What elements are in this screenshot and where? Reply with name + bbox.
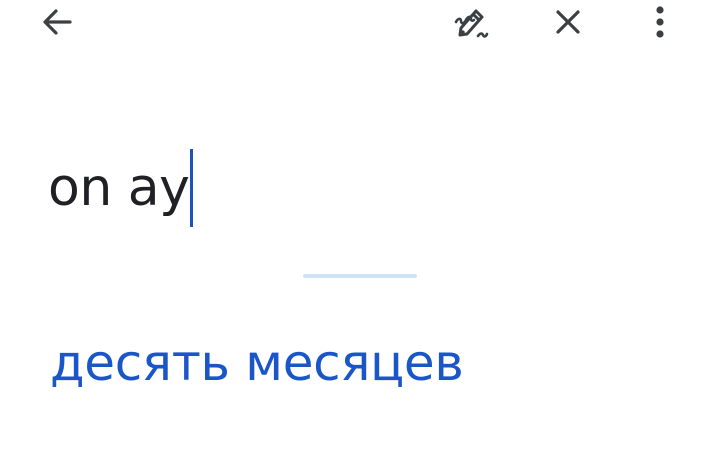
more-vertical-icon xyxy=(656,6,664,38)
back-button[interactable] xyxy=(35,0,79,44)
divider xyxy=(303,274,417,278)
source-text-input[interactable]: on ay xyxy=(48,148,194,228)
close-button[interactable] xyxy=(546,0,590,44)
handwriting-button[interactable] xyxy=(449,0,493,44)
more-options-button[interactable] xyxy=(638,0,682,44)
text-caret xyxy=(190,149,194,227)
arrow-left-icon xyxy=(43,9,72,35)
handwriting-pen-icon xyxy=(454,9,489,38)
source-text: on ay xyxy=(48,158,190,218)
translation-result[interactable]: десять месяцев xyxy=(50,338,464,388)
close-icon xyxy=(556,10,580,34)
top-toolbar xyxy=(0,0,720,46)
